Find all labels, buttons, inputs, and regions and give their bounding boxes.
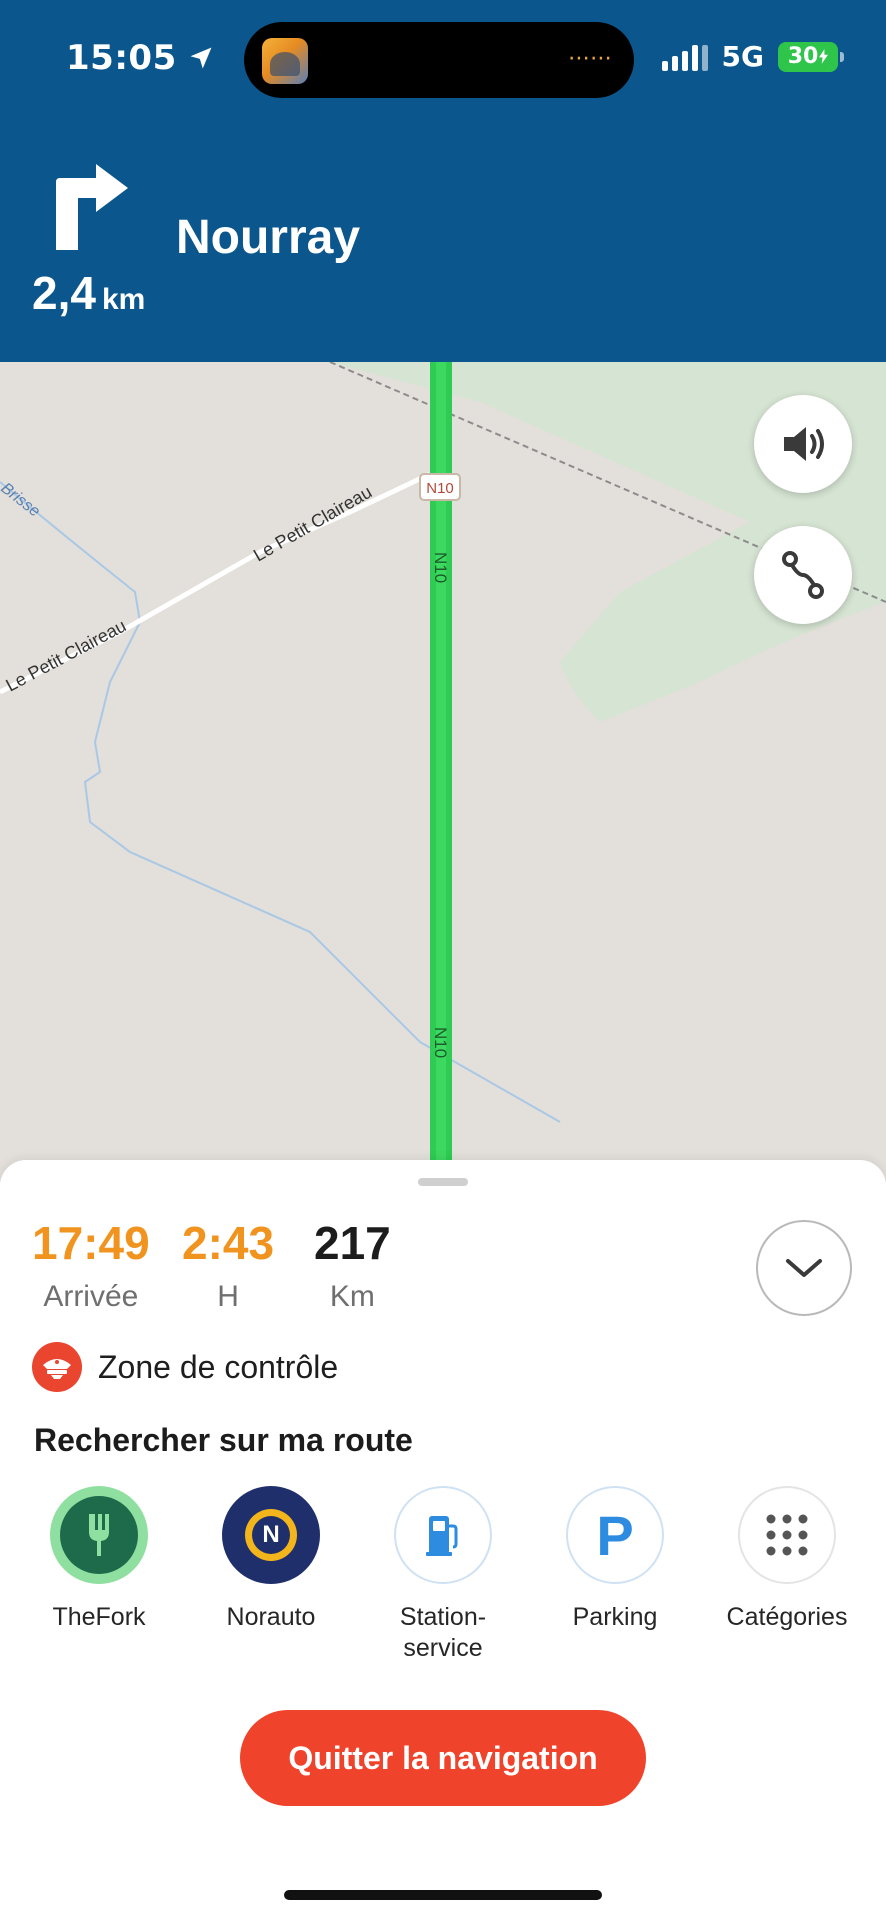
thefork-logo-icon: [50, 1486, 148, 1584]
live-activity-dots: ⋯⋯: [568, 46, 612, 71]
category-label: Station- service: [399, 1603, 487, 1663]
duration-stat: 2:43 H: [182, 1220, 274, 1314]
chevron-down-icon: [786, 1259, 822, 1277]
turn-distance-value: 2,4: [32, 267, 96, 319]
arrival-time: 17:49: [32, 1217, 150, 1269]
status-bar-time: 15:05: [66, 38, 215, 78]
parking-icon: P: [566, 1486, 664, 1584]
category-thefork[interactable]: TheFork: [19, 1486, 179, 1633]
time-text: 15:05: [66, 38, 177, 78]
category-label: Parking: [572, 1603, 658, 1631]
home-indicator[interactable]: [284, 1890, 602, 1900]
turn-distance: 2,4 km: [32, 266, 145, 320]
category-parking[interactable]: P Parking: [535, 1486, 695, 1633]
category-label: Norauto: [226, 1603, 316, 1631]
map-view[interactable]: N10 N10 N10 Le Petit Claireau Le Petit C…: [0, 362, 886, 1182]
route-overview-icon: [782, 551, 824, 599]
speaker-icon: [784, 427, 824, 461]
status-bar-right: 5G 30: [661, 40, 844, 73]
route-road-label: N10: [431, 1027, 450, 1058]
control-zone-text: Zone de contrôle: [98, 1348, 339, 1385]
map-canvas: N10 N10 N10 Le Petit Claireau Le Petit C…: [0, 362, 886, 1182]
category-label: Catégories: [726, 1603, 848, 1631]
arrival-label: Arrivée: [43, 1280, 139, 1313]
category-label: TheFork: [52, 1603, 146, 1631]
trip-bottom-sheet[interactable]: 17:49 Arrivée 2:43 H 217 Km Zone de cont…: [0, 1160, 886, 1920]
location-arrow-icon: [190, 47, 212, 69]
battery-level: 30: [787, 44, 819, 69]
category-more[interactable]: Catégories: [707, 1486, 867, 1633]
sheet-drag-handle[interactable]: [418, 1178, 468, 1186]
norauto-logo-icon: N: [222, 1486, 320, 1584]
turn-distance-unit: km: [101, 283, 146, 316]
duration-value: 2:43: [182, 1217, 275, 1269]
battery-charging-icon: 30: [778, 41, 844, 72]
control-zone-alert: Zone de contrôle: [32, 1342, 338, 1392]
river-name-label: Brisse: [0, 480, 43, 521]
turn-right-arrow-icon: [56, 164, 128, 250]
navigation-header: 15:05 ⋯⋯ 5G 30 2,4 km Nourray: [0, 0, 886, 362]
route-road-label: N10: [431, 552, 450, 583]
next-destination: Nourray: [176, 211, 361, 264]
dynamic-island[interactable]: ⋯⋯: [244, 22, 634, 98]
category-fuel-station[interactable]: Station- service: [363, 1486, 523, 1665]
duration-label: H: [217, 1280, 239, 1313]
police-cap-icon: [32, 1342, 82, 1392]
road-name-label: Le Petit Claireau: [250, 482, 375, 566]
distance-stat: 217 Km: [314, 1220, 391, 1314]
arrival-stat: 17:49 Arrivée: [32, 1220, 150, 1314]
fuel-pump-icon: [394, 1486, 492, 1584]
distance-value: 217: [314, 1217, 391, 1269]
grid-dots-icon: [738, 1486, 836, 1584]
quit-navigation-button[interactable]: Quitter la navigation: [240, 1710, 646, 1806]
navigation-screen: 15:05 ⋯⋯ 5G 30 2,4 km Nourray N10 N10 N1…: [0, 0, 886, 1920]
road-shield-label: N10: [426, 480, 454, 497]
app-thumbnail-icon: [262, 38, 308, 84]
search-on-route-title: Rechercher sur ma route: [34, 1422, 413, 1458]
signal-bars-icon: [661, 43, 708, 71]
sound-button[interactable]: [754, 395, 852, 493]
route-overview-button[interactable]: [754, 526, 852, 624]
distance-label: Km: [329, 1280, 375, 1313]
collapse-sheet-button[interactable]: [756, 1220, 852, 1316]
category-norauto[interactable]: N Norauto: [191, 1486, 351, 1633]
network-type: 5G: [721, 40, 764, 73]
